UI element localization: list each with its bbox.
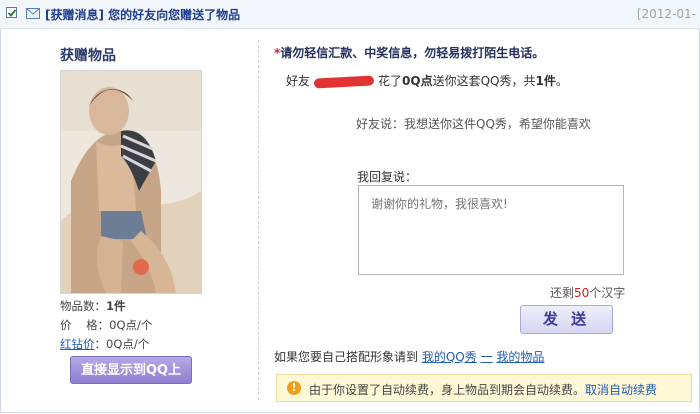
cancel-auto-renew-link[interactable]: 取消自动续费 (585, 383, 657, 397)
gift-diamond-price: 红钻价：0Q点/个 (60, 337, 150, 351)
dress-hint: 如果您要自己搭配形象请到 我的QQ秀 一 我的物品 (274, 350, 545, 364)
notice-text: 由于你设置了自动续费，身上物品到期会自动续费。 (309, 383, 586, 397)
my-items-link[interactable]: 我的物品 (496, 350, 544, 364)
column-divider (258, 40, 259, 400)
gift-price: 价 格：0Q点/个 (60, 318, 153, 332)
gift-summary: 好友 花了0Q点送你这套QQ秀，共1件。 (286, 74, 568, 89)
check-icon (7, 9, 17, 17)
envelope-icon (26, 8, 40, 19)
friend-message: 好友说：我想送你这件QQ秀，希望你能喜欢 (356, 117, 591, 131)
gift-count: 物品数：1件 (60, 299, 126, 313)
my-qq-show-link[interactable]: 我的QQ秀 (422, 350, 477, 364)
remaining-count: 还剩50个汉字 (550, 286, 626, 300)
gift-section-title: 获赠物品 (60, 48, 116, 64)
gift-preview-image (60, 70, 202, 294)
auto-renew-notice: ! 由于你设置了自动续费，身上物品到期会自动续费。取消自动续费 (276, 374, 692, 402)
redacted-name (313, 74, 375, 89)
reply-input[interactable] (358, 185, 624, 275)
security-warning: *请勿轻信汇款、中奖信息，勿轻易拨打陌生电话。 (274, 46, 545, 60)
link-separator: 一 (480, 350, 493, 364)
diamond-price-link[interactable]: 红钻价 (60, 337, 95, 351)
reply-label: 我回复说： (357, 170, 418, 184)
message-title[interactable]: [获赠消息] 您的好友向您赠送了物品 (45, 6, 240, 23)
warning-icon: ! (287, 381, 301, 395)
message-date: [2012-01- (636, 7, 696, 21)
message-header: [获赠消息] 您的好友向您赠送了物品 [2012-01- (0, 0, 700, 29)
show-on-qq-button[interactable]: 直接显示到QQ上 (70, 356, 192, 384)
select-checkbox[interactable] (6, 7, 17, 18)
send-button[interactable]: 发 送 (520, 305, 613, 334)
